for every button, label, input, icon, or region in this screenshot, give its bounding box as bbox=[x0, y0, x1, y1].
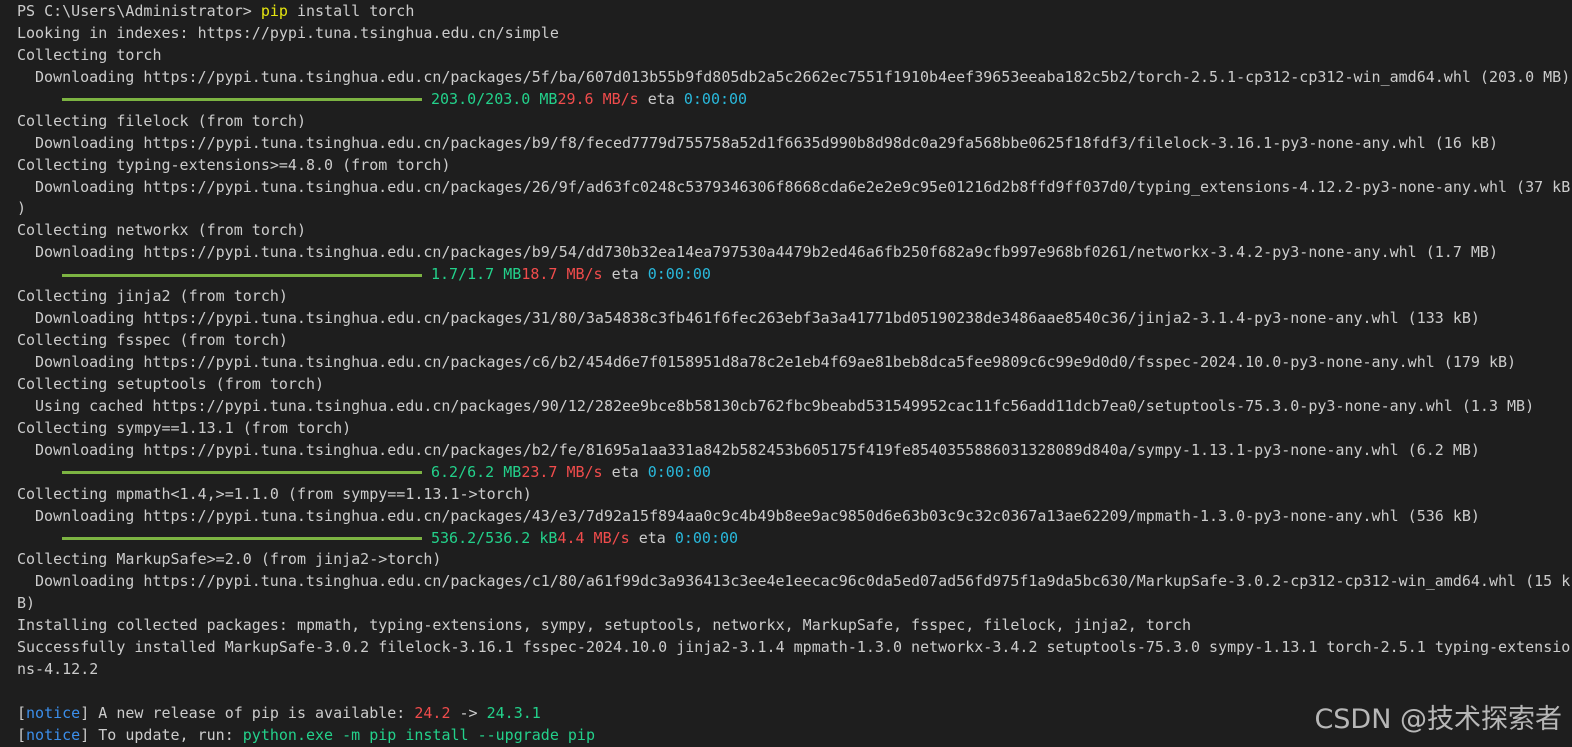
download-torch: Downloading https://pypi.tuna.tsinghua.e… bbox=[35, 67, 1571, 86]
collect-jinja2: Collecting jinja2 (from torch) bbox=[17, 287, 288, 306]
prompt-line: PS C:\Users\Administrator> pip install t… bbox=[17, 1, 1572, 23]
download-filelock: Downloading https://pypi.tuna.tsinghua.e… bbox=[35, 133, 1498, 152]
eta-value: 0:00:00 bbox=[674, 528, 739, 547]
collect-networkx: Collecting networkx (from torch) bbox=[17, 221, 306, 240]
download-size: 203.0/203.0 MB bbox=[431, 89, 558, 108]
download-size: 536.2/536.2 kB bbox=[431, 528, 558, 547]
wrap-typing-extensions: ) bbox=[17, 199, 27, 218]
prompt-path: PS C:\Users\Administrator> bbox=[17, 2, 261, 20]
version-arrow: -> bbox=[450, 704, 487, 722]
bracket-open: [ bbox=[17, 725, 27, 744]
collect-mpmath: Collecting mpmath<1.4,>=1.1.0 (from symp… bbox=[17, 484, 532, 503]
bracket-close: ] bbox=[80, 704, 90, 722]
bracket-close: ] bbox=[80, 725, 90, 744]
collect-fsspec: Collecting fsspec (from torch) bbox=[17, 331, 288, 350]
command-name: pip bbox=[260, 2, 288, 20]
collect-torch: Collecting torch bbox=[17, 45, 162, 64]
bracket-open: [ bbox=[17, 704, 27, 722]
download-typing-extensions: Downloading https://pypi.tuna.tsinghua.e… bbox=[35, 177, 1571, 196]
progress-bar-mpmath bbox=[62, 536, 422, 540]
download-speed: 4.4 MB/s bbox=[557, 528, 630, 547]
progress-mpmath: 536.2/536.2 kB 4.4 MB/s eta 0:00:00 bbox=[17, 528, 1572, 550]
cached-setuptools: Using cached https://pypi.tuna.tsinghua.… bbox=[35, 396, 1535, 415]
new-version: 24.3.1 bbox=[486, 704, 541, 722]
progress-bar-networkx bbox=[62, 273, 422, 277]
notice-tag: notice bbox=[26, 725, 81, 744]
success-line-wrap: ns-4.12.2 bbox=[17, 660, 99, 679]
success-line: Successfully installed MarkupSafe-3.0.2 … bbox=[17, 638, 1571, 657]
eta-label: eta bbox=[602, 462, 648, 481]
download-jinja2: Downloading https://pypi.tuna.tsinghua.e… bbox=[35, 309, 1480, 328]
terminal-output[interactable]: PS C:\Users\Administrator> pip install t… bbox=[17, 1, 1572, 747]
download-fsspec: Downloading https://pypi.tuna.tsinghua.e… bbox=[35, 353, 1517, 371]
wrap-markupsafe: B) bbox=[17, 594, 36, 613]
collect-typing-extensions: Collecting typing-extensions>=4.8.0 (fro… bbox=[17, 155, 451, 174]
index-line: Looking in indexes: https://pypi.tuna.ts… bbox=[17, 23, 559, 42]
csdn-watermark: CSDN @技术探索者 bbox=[1314, 704, 1562, 735]
progress-torch: 203.0/203.0 MB 29.6 MB/s eta 0:00:00 bbox=[17, 89, 1572, 111]
eta-value: 0:00:00 bbox=[647, 462, 711, 481]
upgrade-command: python.exe -m pip install --upgrade pip bbox=[242, 725, 595, 744]
download-speed: 18.7 MB/s bbox=[521, 265, 603, 284]
eta-label: eta bbox=[638, 89, 684, 108]
eta-value: 0:00:00 bbox=[647, 265, 711, 284]
collect-filelock: Collecting filelock (from torch) bbox=[17, 111, 306, 130]
download-mpmath: Downloading https://pypi.tuna.tsinghua.e… bbox=[35, 506, 1480, 525]
download-networkx: Downloading https://pypi.tuna.tsinghua.e… bbox=[35, 243, 1498, 262]
notice-text: To update, run: bbox=[89, 725, 243, 744]
old-version: 24.2 bbox=[414, 704, 451, 722]
collect-setuptools: Collecting setuptools (from torch) bbox=[17, 374, 325, 393]
download-sympy: Downloading https://pypi.tuna.tsinghua.e… bbox=[35, 440, 1480, 459]
progress-sympy: 6.2/6.2 MB 23.7 MB/s eta 0:00:00 bbox=[17, 462, 1572, 484]
notice-text: A new release of pip is available: bbox=[89, 704, 415, 722]
download-size: 1.7/1.7 MB bbox=[431, 265, 522, 284]
collect-markupsafe: Collecting MarkupSafe>=2.0 (from jinja2-… bbox=[17, 550, 442, 569]
progress-networkx: 1.7/1.7 MB 18.7 MB/s eta 0:00:00 bbox=[17, 264, 1572, 286]
installing-line: Installing collected packages: mpmath, t… bbox=[17, 616, 1191, 635]
progress-bar-torch bbox=[62, 98, 422, 102]
collect-sympy: Collecting sympy==1.13.1 (from torch) bbox=[17, 418, 352, 437]
notice-tag: notice bbox=[26, 704, 81, 722]
download-size: 6.2/6.2 MB bbox=[431, 462, 522, 481]
download-markupsafe: Downloading https://pypi.tuna.tsinghua.e… bbox=[35, 572, 1571, 591]
eta-value: 0:00:00 bbox=[683, 89, 748, 108]
eta-label: eta bbox=[602, 265, 648, 284]
download-speed: 29.6 MB/s bbox=[557, 89, 639, 108]
progress-bar-sympy bbox=[62, 471, 422, 475]
download-speed: 23.7 MB/s bbox=[521, 462, 603, 481]
command-args: install torch bbox=[287, 2, 415, 20]
eta-label: eta bbox=[629, 528, 675, 547]
